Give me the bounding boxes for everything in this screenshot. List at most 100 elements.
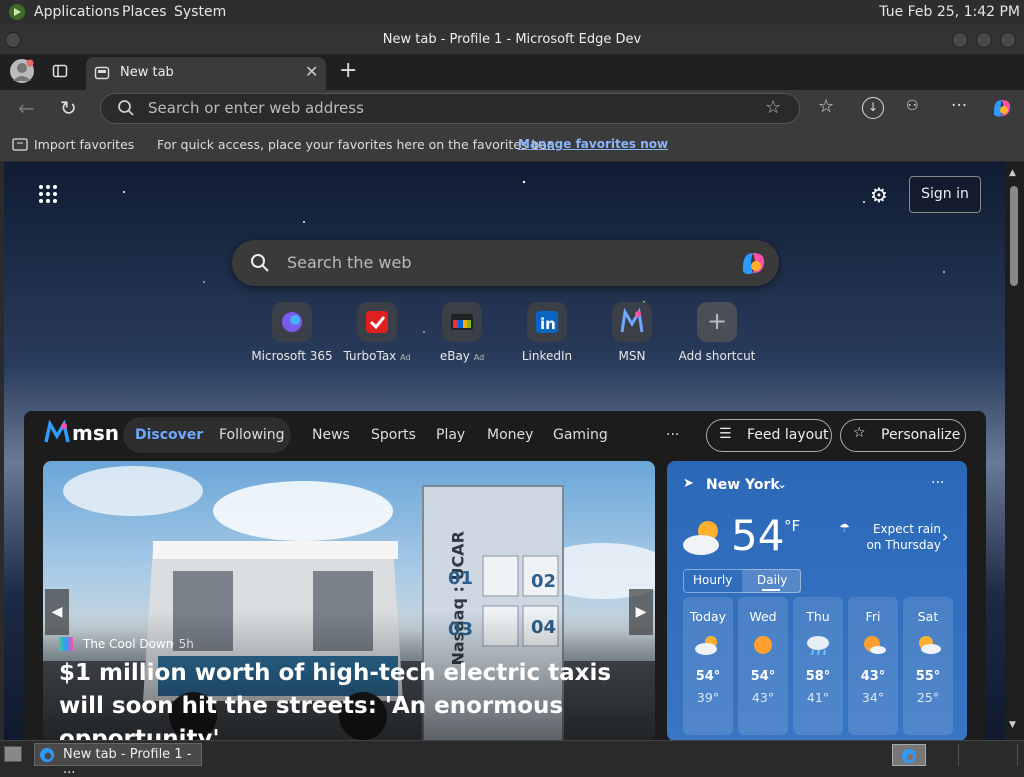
maximize-button[interactable]	[976, 32, 992, 48]
news-source[interactable]: The Cool Down	[83, 637, 173, 651]
nav-sports[interactable]: Sports	[371, 427, 416, 443]
copilot-icon[interactable]	[990, 96, 1014, 124]
high-temp: 54°	[695, 669, 721, 684]
temperature-unit: °F	[784, 517, 801, 535]
scrollbar-thumb[interactable]	[1010, 186, 1018, 286]
edge-icon	[901, 748, 917, 768]
low-temp: 34°	[861, 690, 885, 705]
shortcut-ebay[interactable]: eBay Ad	[419, 302, 505, 363]
page-settings-icon[interactable]: ⚙	[870, 183, 888, 207]
personalize-button[interactable]: ☆ Personalize	[840, 419, 966, 452]
weather-note[interactable]: Expect rain on Thursday	[857, 521, 941, 553]
feed-layout-button[interactable]: ☰ Feed layout	[706, 419, 832, 452]
shortcut-label: Add shortcut	[678, 349, 756, 363]
menu-applications[interactable]: Applications	[34, 4, 120, 20]
sign-in-button[interactable]: Sign in	[909, 176, 981, 213]
refresh-icon[interactable]: ↻	[60, 96, 77, 120]
tab-actions-icon[interactable]	[52, 63, 68, 83]
daily-tab-label: Daily	[757, 573, 788, 587]
hero-news-card[interactable]: Nasdaq : UCAR 01 02 03 04 ◀ ▶ The Cool D…	[43, 461, 655, 740]
shortcut-microsoft-365[interactable]: Microsoft 365	[249, 302, 335, 363]
chevron-down-icon[interactable]: ⌄	[777, 477, 787, 491]
shortcut-label: LinkedIn	[521, 349, 573, 363]
low-temp: 43°	[751, 690, 775, 705]
shortcut-linkedin[interactable]: in LinkedIn	[504, 302, 590, 363]
low-temp: 41°	[806, 690, 830, 705]
scroll-up-icon[interactable]: ▲	[1009, 168, 1016, 178]
new-tab-button[interactable]: +	[339, 58, 357, 83]
favorites-icon[interactable]: ☆	[818, 96, 834, 117]
nav-money[interactable]: Money	[487, 427, 533, 443]
nav-more-button[interactable]: ···	[666, 427, 679, 443]
minimize-button[interactable]	[952, 32, 968, 48]
nav-news[interactable]: News	[312, 427, 350, 443]
rain-icon	[793, 634, 843, 659]
feed-layout-label: Feed layout	[747, 427, 829, 443]
web-search-placeholder: Search the web	[287, 253, 412, 272]
window-menu-button[interactable]	[5, 32, 21, 48]
carousel-prev-icon[interactable]: ◀	[45, 589, 69, 635]
address-bar[interactable]: Search or enter web address ☆	[100, 93, 800, 124]
msn-logo[interactable]: msn	[44, 419, 119, 450]
address-placeholder: Search or enter web address	[148, 99, 364, 117]
scroll-down-icon[interactable]: ▼	[1009, 720, 1016, 730]
menu-places[interactable]: Places	[122, 4, 167, 20]
page-scrollbar[interactable]: ▲ ▼	[1005, 162, 1024, 740]
nav-gaming[interactable]: Gaming	[553, 427, 608, 443]
edge-icon	[39, 747, 55, 767]
day-name: Sat	[917, 609, 939, 624]
partly-cloudy-icon	[903, 634, 953, 659]
hourly-tab[interactable]: Hourly	[693, 573, 732, 587]
day-name: Fri	[865, 609, 881, 624]
favorite-star-icon[interactable]: ☆	[765, 97, 781, 118]
downloads-icon[interactable]: ↓	[862, 97, 884, 119]
gnome-foot-icon[interactable]	[8, 3, 26, 25]
search-icon	[117, 99, 135, 121]
forecast-day[interactable]: Fri 43° 34°	[848, 597, 898, 735]
clock[interactable]: Tue Feb 25, 1:42 PM	[879, 4, 1020, 20]
chevron-right-icon[interactable]: ›	[942, 527, 948, 546]
system-top-bar: Applications Places System Tue Feb 25, 1…	[0, 0, 1024, 25]
taskbar: New tab - Profile 1 - ...	[0, 740, 1024, 777]
manage-favorites-link[interactable]: Manage favorites now	[518, 137, 668, 151]
weather-location[interactable]: New York	[706, 477, 780, 493]
add-shortcut-button[interactable]: + Add shortcut	[674, 302, 760, 363]
shortcut-turbotax[interactable]: TurboTax Ad	[334, 302, 420, 363]
tab-discover[interactable]: Discover	[135, 427, 203, 443]
workspace-switcher[interactable]	[892, 744, 926, 766]
close-window-button[interactable]	[1000, 32, 1016, 48]
forecast-day[interactable]: Wed 54° 43°	[738, 597, 788, 735]
back-icon[interactable]: ←	[18, 96, 35, 120]
show-desktop-icon[interactable]	[4, 746, 22, 762]
carousel-next-icon[interactable]: ▶	[629, 589, 653, 635]
daily-tab[interactable]: Daily	[742, 569, 801, 593]
forecast-day[interactable]: Sat 55° 25°	[903, 597, 953, 735]
nav-play[interactable]: Play	[436, 427, 465, 443]
msn-logo-text: msn	[72, 421, 119, 445]
workspace-slot[interactable]	[958, 744, 1018, 766]
web-search-box[interactable]: Search the web	[232, 240, 779, 286]
tab-new-tab[interactable]: New tab ✕	[86, 57, 326, 90]
tab-following[interactable]: Following	[219, 427, 285, 443]
more-menu-icon[interactable]: ···	[951, 96, 967, 116]
close-tab-icon[interactable]: ✕	[305, 62, 318, 81]
low-temp: 25°	[916, 690, 940, 705]
locker-number: 01	[448, 568, 474, 589]
forecast-day[interactable]: Thu 58° 41°	[793, 597, 843, 735]
import-favorites-button[interactable]: Import favorites	[34, 137, 134, 152]
sunny-icon	[738, 634, 788, 659]
weather-more-button[interactable]: ···	[931, 475, 944, 491]
taskbar-window-button[interactable]: New tab - Profile 1 - ...	[34, 743, 202, 777]
profile-avatar[interactable]	[10, 59, 34, 83]
shortcut-msn[interactable]: MSN	[589, 302, 675, 363]
shortcut-label: MSN	[618, 349, 646, 363]
ad-badge: Ad	[400, 353, 411, 362]
extensions-icon[interactable]: ⚇	[906, 98, 919, 114]
hero-headline[interactable]: $1 million worth of high-tech electric t…	[59, 657, 639, 740]
apps-launcher-icon[interactable]	[38, 184, 58, 208]
copilot-search-icon[interactable]	[738, 248, 768, 282]
svg-text:in: in	[540, 315, 556, 333]
menu-system[interactable]: System	[174, 4, 226, 20]
forecast-day[interactable]: Today 54° 39°	[683, 597, 733, 735]
partly-cloudy-icon	[683, 634, 733, 659]
